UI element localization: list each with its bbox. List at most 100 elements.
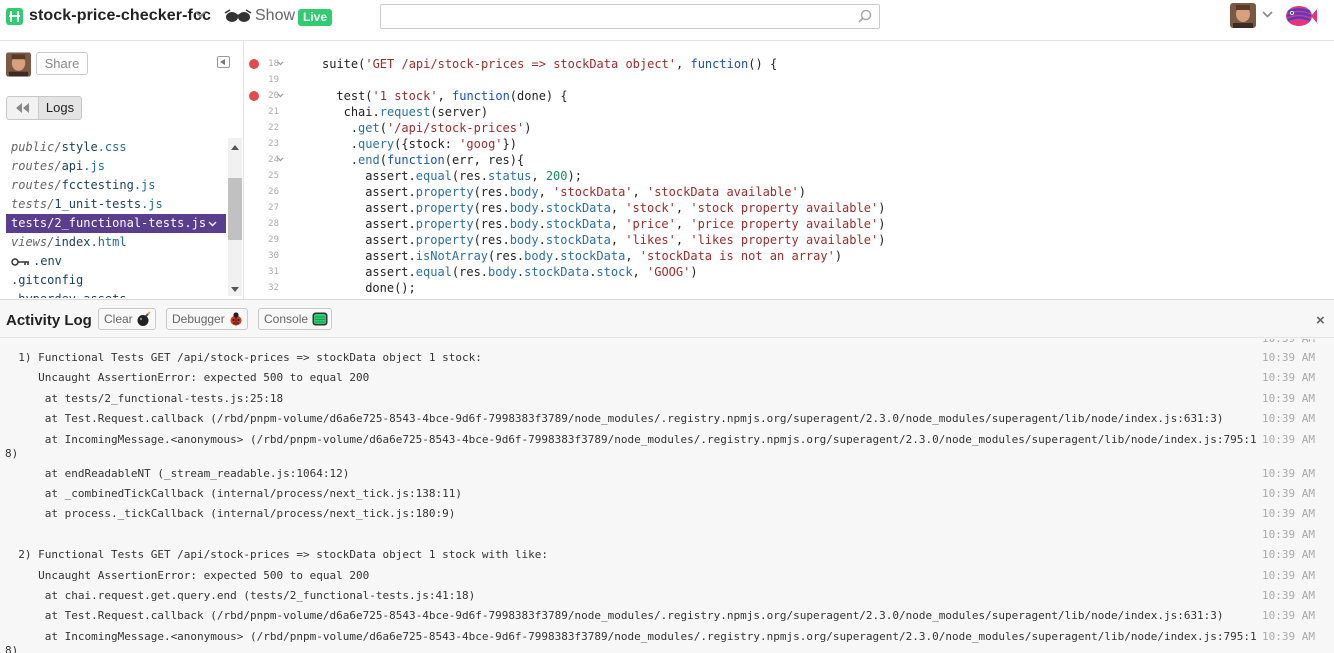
line-number: 20	[268, 91, 279, 101]
code-text: assert.isNotArray(res.body.stockData, 's…	[365, 248, 842, 264]
code-line[interactable]: 25 assert.equal(res.status, 200);	[245, 168, 1334, 184]
file-ext: .js	[133, 178, 156, 192]
debugger-button[interactable]: Debugger	[166, 308, 248, 330]
code-token: suite(	[322, 57, 366, 71]
code-token: )	[690, 265, 698, 279]
logs-button[interactable]: Logs	[38, 96, 82, 120]
show-button[interactable]: Show	[255, 7, 295, 25]
file-item[interactable]: tests/1_unit-tests.js	[6, 195, 226, 214]
code-token: ,	[610, 217, 626, 231]
code-line[interactable]: 29 assert.property(res.body.stockData, 'l…	[245, 232, 1334, 248]
activity-log-body[interactable]: 10:39 AM 1) Functional Tests GET /api/st…	[0, 339, 1334, 653]
code-line[interactable]: 19	[245, 72, 1334, 88]
code-line[interactable]: 32 done();	[245, 280, 1334, 296]
clear-button[interactable]: Clear	[98, 308, 156, 330]
scrollbar-thumb[interactable]	[228, 178, 242, 240]
fold-icon[interactable]	[277, 157, 284, 162]
file-ext: .js	[184, 216, 207, 230]
rewind-button[interactable]	[6, 96, 39, 120]
code-token: 'likes'	[625, 233, 676, 247]
code-token: ,	[610, 233, 626, 247]
glitch-fish-logo[interactable]	[1284, 3, 1318, 29]
live-badge[interactable]: Live	[298, 9, 333, 26]
fold-icon[interactable]	[277, 93, 284, 98]
search-input[interactable]	[380, 4, 880, 29]
log-timestamp: 10:39 AM	[1262, 371, 1315, 385]
code-line[interactable]: 23 .query({stock: 'goog'})	[245, 136, 1334, 152]
code-token: test(	[336, 89, 373, 103]
code-token: assert.	[365, 217, 416, 231]
code-line[interactable]: 30 assert.isNotArray(res.body.stockData, …	[245, 248, 1334, 264]
breakpoint-icon[interactable]	[249, 59, 259, 69]
code-token: body	[509, 217, 539, 231]
file-dir: tests/	[11, 216, 55, 230]
terminal-icon	[312, 312, 328, 326]
project-name[interactable]: stock-price-checker-fcc	[29, 7, 211, 25]
file-name: .hyperdev-assets	[11, 292, 127, 298]
code-line[interactable]: 27 assert.property(res.body.stockData, 's…	[245, 200, 1334, 216]
console-button[interactable]: Console	[258, 308, 332, 330]
share-button[interactable]: Share	[36, 52, 88, 75]
code-editor[interactable]: 18 suite('GET /api/stock-prices => stockD…	[245, 41, 1334, 299]
code-line[interactable]: 18 suite('GET /api/stock-prices => stockD…	[245, 56, 1334, 72]
file-item[interactable]: .hyperdev-assets	[6, 290, 226, 298]
code-token: stockData	[560, 249, 626, 263]
code-text: .query({stock: 'goog'})	[351, 136, 517, 152]
code-token: .	[350, 153, 359, 167]
code-token: 200	[545, 169, 568, 183]
code-line[interactable]: 22 .get('/api/stock-prices')	[245, 120, 1334, 136]
code-token: (server)	[430, 105, 489, 119]
scroll-down-icon[interactable]	[231, 287, 239, 292]
log-line: 2) Functional Tests GET /api/stock-price…	[5, 548, 549, 562]
code-token: 'stock property available'	[690, 201, 879, 215]
code-line[interactable]: 21 chai.request(server)	[245, 104, 1334, 120]
code-token: done();	[365, 281, 416, 295]
code-token: equal	[415, 265, 452, 279]
line-number: 22	[268, 123, 279, 133]
code-text: assert.equal(res.status, 200);	[365, 168, 582, 184]
code-token: function	[452, 89, 510, 103]
log-timestamp: 10:39 AM	[1262, 568, 1315, 582]
code-token: end	[358, 153, 380, 167]
line-number: 25	[268, 171, 279, 181]
code-token: request	[379, 105, 431, 119]
sunglasses-icon[interactable]	[224, 9, 252, 23]
code-token: assert.	[365, 201, 416, 215]
scroll-up-icon[interactable]	[231, 145, 239, 150]
code-token: 'price'	[625, 217, 676, 231]
code-line[interactable]: 26 assert.property(res.body, 'stockData',…	[245, 184, 1334, 200]
chevron-down-icon[interactable]	[208, 221, 217, 227]
close-icon[interactable]: ×	[1316, 312, 1325, 329]
code-token: })	[502, 137, 517, 151]
search-icon[interactable]	[858, 9, 872, 23]
log-line: 1) Functional Tests GET /api/stock-price…	[5, 351, 482, 364]
collapse-sidebar-icon[interactable]	[217, 56, 230, 68]
breakpoint-icon[interactable]	[249, 91, 259, 101]
project-icon[interactable]	[6, 8, 23, 25]
code-token: body	[509, 201, 539, 215]
code-token: .	[538, 233, 546, 247]
code-line[interactable]: 31 assert.equal(res.body.stockData.stock,…	[245, 264, 1334, 280]
code-text: chai.request(server)	[344, 104, 489, 120]
file-dir: routes/	[11, 178, 62, 192]
code-token: property	[415, 233, 474, 247]
file-item[interactable]: public/style.css	[6, 138, 226, 157]
user-avatar[interactable]	[1230, 3, 1256, 28]
code-text: assert.property(res.body, 'stockData', '…	[365, 184, 806, 200]
user-avatar[interactable]	[6, 52, 31, 77]
chevron-down-icon[interactable]	[1262, 11, 1273, 18]
file-item[interactable]: .env	[6, 252, 226, 271]
code-line[interactable]: 20 test('1 stock', function(done) {	[245, 88, 1334, 104]
log-timestamp: 10:39 AM	[1262, 629, 1315, 643]
chevron-down-icon[interactable]	[195, 11, 206, 18]
file-item[interactable]: .gitconfig	[6, 271, 226, 290]
file-item[interactable]: routes/api.js	[6, 157, 226, 176]
code-line[interactable]: 28 assert.property(res.body.stockData, 'p…	[245, 216, 1334, 232]
log-line: at _combinedTickCallback (internal/proce…	[5, 487, 462, 500]
file-item[interactable]: routes/fcctesting.js	[6, 176, 226, 195]
log-line: at process._tickCallback (internal/proce…	[5, 507, 456, 521]
fold-icon[interactable]	[277, 61, 284, 66]
file-item[interactable]: views/index.html	[6, 233, 226, 252]
code-line[interactable]: 24 .end(function(err, res){	[245, 152, 1334, 168]
file-item[interactable]: tests/2_functional-tests.js	[6, 214, 226, 233]
